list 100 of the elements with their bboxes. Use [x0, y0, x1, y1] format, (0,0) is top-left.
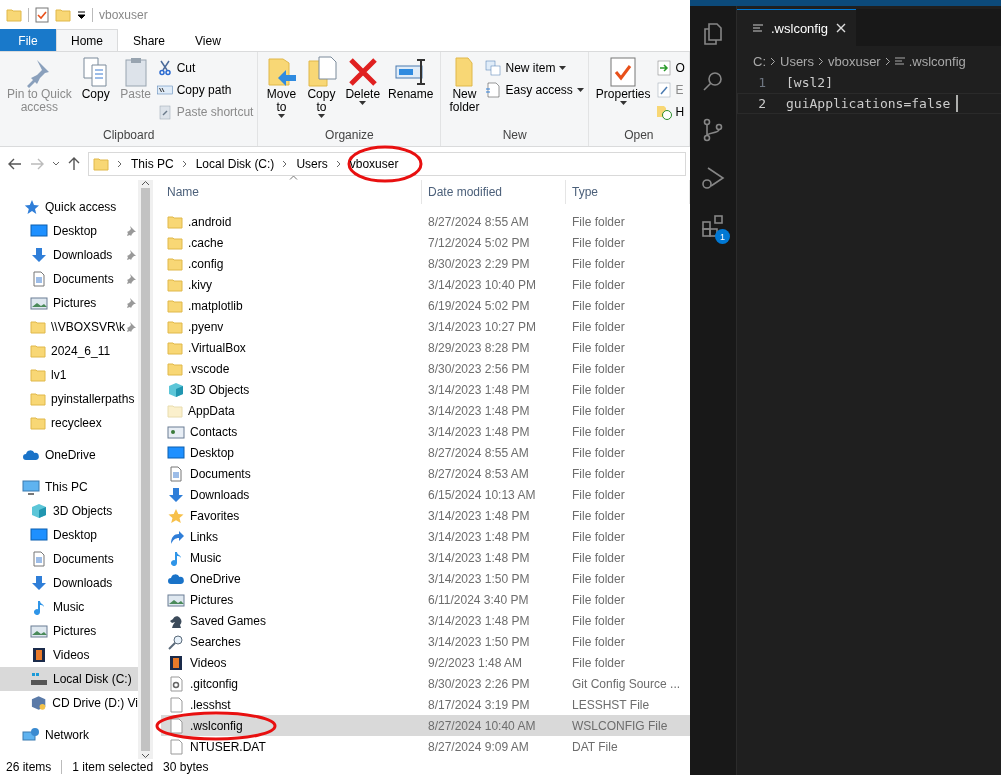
extensions-icon[interactable]	[700, 213, 726, 239]
nav-item[interactable]: Videos	[0, 643, 138, 667]
nav-item[interactable]: Desktop	[0, 523, 138, 547]
chevron-up-icon[interactable]	[141, 180, 150, 186]
cube-drive-icon	[30, 695, 48, 711]
breadcrumb[interactable]: C:	[753, 53, 766, 69]
dropdown-icon[interactable]	[77, 10, 86, 19]
file-row[interactable]: .pyenv 3/14/2023 10:27 PM File folder	[161, 316, 690, 337]
caret-down-icon	[277, 114, 285, 118]
ribbon-button[interactable]: New item	[485, 58, 584, 78]
nav-item[interactable]: 2024_6_11	[0, 339, 138, 363]
file-row[interactable]: Saved Games 3/14/2023 1:48 PM File folder	[161, 610, 690, 631]
file-row[interactable]: .vscode 8/30/2023 2:56 PM File folder	[161, 358, 690, 379]
column-header[interactable]: Name	[161, 180, 422, 204]
ribbon-button[interactable]: Delete	[342, 56, 384, 128]
ribbon-button[interactable]: Properties	[592, 56, 654, 128]
file-row[interactable]: 3D Objects 3/14/2023 1:48 PM File folder	[161, 379, 690, 400]
ribbon-button[interactable]: O	[655, 58, 685, 78]
file-name: .gitconfig	[190, 676, 239, 691]
nav-item[interactable]: CD Drive (D:) Vi	[0, 691, 138, 715]
code-line: 1 [wsl2]	[757, 74, 834, 92]
file-name: AppData	[188, 403, 235, 418]
close-icon[interactable]	[836, 23, 847, 33]
ribbon-button[interactable]: Rename	[385, 56, 437, 128]
clipboard-icon	[156, 104, 173, 120]
file-row[interactable]: .android 8/27/2024 8:55 AM File folder	[161, 211, 690, 232]
file-row[interactable]: AppData 3/14/2023 1:48 PM File folder	[161, 400, 690, 421]
type-cell-text: File folder	[571, 298, 626, 313]
file-row[interactable]: Favorites 3/14/2023 1:48 PM File folder	[161, 505, 690, 526]
ribbon-button[interactable]: New folder	[445, 56, 484, 128]
back-arrow-icon[interactable]	[8, 157, 22, 170]
file-row[interactable]: .lesshst 8/17/2024 3:19 PM LESSHST File	[161, 694, 690, 715]
nav-item[interactable]: Pictures	[0, 619, 138, 643]
pin-icon	[126, 274, 136, 284]
ribbon-button[interactable]: Copy path	[156, 80, 254, 100]
nav-item[interactable]: Quick access	[0, 195, 138, 219]
nav-item[interactable]: Documents	[0, 267, 138, 291]
column-header[interactable]: Date modified	[422, 180, 566, 204]
breadcrumb[interactable]: Users	[296, 156, 328, 171]
ribbon-tab[interactable]: Home	[56, 29, 118, 51]
breadcrumb[interactable]: .wslconfig	[908, 53, 966, 69]
nav-item[interactable]: lv1	[0, 363, 138, 387]
file-name: Videos	[190, 655, 227, 670]
chevron-right-icon	[282, 159, 289, 168]
file-row[interactable]: .gitconfig 8/30/2023 2:26 PM Git Config Source ...	[161, 673, 690, 694]
nav-item[interactable]: Downloads	[0, 571, 138, 595]
nav-item[interactable]: Music	[0, 595, 138, 619]
nav-item[interactable]: Desktop	[0, 219, 138, 243]
file-row[interactable]: .VirtualBox 8/29/2023 8:28 PM File folder	[161, 337, 690, 358]
folder-icon	[167, 277, 183, 292]
chevron-down-icon[interactable]	[52, 160, 60, 167]
nav-item[interactable]: Downloads	[0, 243, 138, 267]
file-row[interactable]: .wslconfig 8/27/2024 10:40 AM WSLCONFIG File	[161, 715, 690, 736]
ribbon-button[interactable]: Cut	[156, 58, 254, 78]
file-row[interactable]: Downloads 6/15/2024 10:13 AM File folder	[161, 484, 690, 505]
file-row[interactable]: OneDrive 3/14/2023 1:50 PM File folder	[161, 568, 690, 589]
breadcrumb[interactable]: Users	[780, 53, 814, 69]
nav-item[interactable]: 3D Objects	[0, 499, 138, 523]
breadcrumb[interactable]: vboxuser	[827, 53, 881, 69]
breadcrumb[interactable]: Local Disk (C:)	[195, 156, 275, 171]
ribbon-button[interactable]: Easy access	[485, 80, 584, 100]
breadcrumb[interactable]: This PC	[131, 156, 174, 171]
nav-item[interactable]: Documents	[0, 547, 138, 571]
folder-icon	[30, 392, 46, 406]
chevron-right-icon	[884, 56, 891, 66]
down-arrow-icon	[167, 486, 185, 503]
file-row[interactable]: Music 3/14/2023 1:48 PM File folder	[161, 547, 690, 568]
nav-item[interactable]: Network	[0, 723, 138, 747]
editor-tab[interactable]: .wslconfig	[737, 9, 857, 46]
file-row[interactable]: Links 3/14/2023 1:48 PM File folder	[161, 526, 690, 547]
ribbon-button[interactable]: H	[655, 102, 685, 122]
nav-item[interactable]: Pictures	[0, 291, 138, 315]
checkmark-document-icon[interactable]	[35, 6, 49, 23]
nav-item[interactable]: OneDrive	[0, 443, 138, 467]
file-row[interactable]: Contacts 3/14/2023 1:48 PM File folder	[161, 421, 690, 442]
file-row[interactable]: Desktop 8/27/2024 8:55 AM File folder	[161, 442, 690, 463]
ribbon-button[interactable]: Copy	[76, 56, 115, 128]
play-bug-icon[interactable]	[700, 165, 726, 191]
scrollbar[interactable]	[138, 180, 153, 759]
file-row[interactable]: .matplotlib 6/19/2024 5:02 PM File folder	[161, 295, 690, 316]
file-row[interactable]: Pictures 6/11/2024 3:40 PM File folder	[161, 589, 690, 610]
file-menu-tab[interactable]: File	[0, 29, 56, 51]
file-row[interactable]: NTUSER.DAT 8/27/2024 9:09 AM DAT File	[161, 736, 690, 757]
file-row[interactable]: Searches 3/14/2023 1:50 PM File folder	[161, 631, 690, 652]
type-cell-text: File folder	[571, 319, 626, 334]
nav-item[interactable]: \\VBOXSVR\k	[0, 315, 138, 339]
nav-item[interactable]: This PC	[0, 475, 138, 499]
ribbon-button[interactable]: Copy to	[302, 56, 341, 128]
file-row[interactable]: Documents 8/27/2024 8:53 AM File folder	[161, 463, 690, 484]
nav-item[interactable]: pyinstallerpaths	[0, 387, 138, 411]
file-row[interactable]: Videos 9/2/2023 1:48 AM File folder	[161, 652, 690, 673]
ribbon-button[interactable]: Move to	[262, 56, 301, 128]
up-arrow-icon[interactable]	[68, 156, 80, 171]
file-row[interactable]: .kivy 3/14/2023 10:40 PM File folder	[161, 274, 690, 295]
file-row[interactable]: .cache 7/12/2024 5:02 PM File folder	[161, 232, 690, 253]
date-cell-text: 3/14/2023 1:50 PM	[427, 634, 531, 649]
file-row[interactable]: .config 8/30/2023 2:29 PM File folder	[161, 253, 690, 274]
nav-item[interactable]: recycleex	[0, 411, 138, 435]
nav-item[interactable]: Local Disk (C:)	[0, 667, 138, 691]
chevron-down-icon[interactable]	[141, 753, 150, 759]
